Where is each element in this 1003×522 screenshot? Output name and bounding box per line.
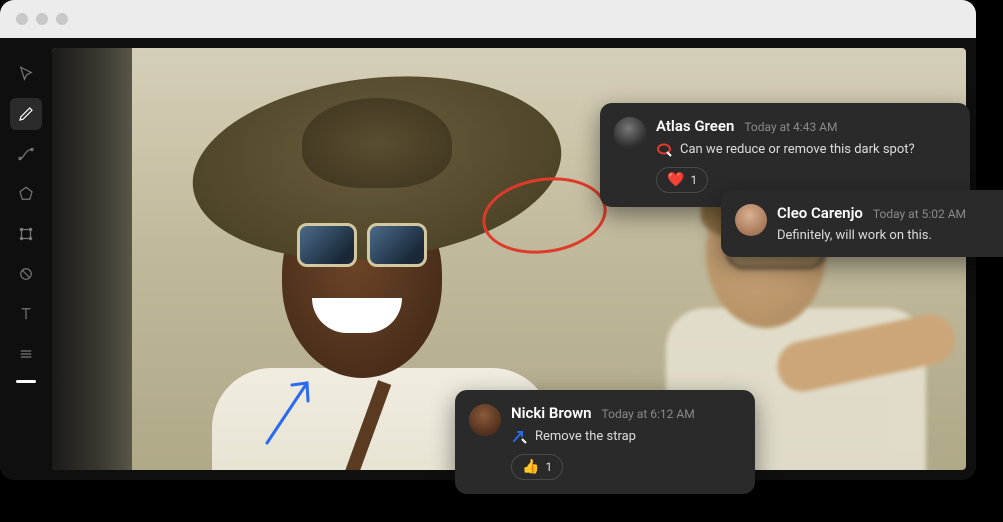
thumbsup-emoji: 👍 bbox=[522, 459, 539, 475]
minimize-window-icon[interactable] bbox=[36, 13, 48, 25]
pointer-tool[interactable] bbox=[10, 58, 42, 90]
avatar bbox=[614, 117, 646, 149]
menu-icon bbox=[17, 345, 35, 363]
crop-tool[interactable] bbox=[10, 218, 42, 250]
comment-message: Definitely, will work on this. bbox=[777, 228, 932, 243]
pen-curve-icon bbox=[17, 145, 35, 163]
comment-author: Nicki Brown bbox=[511, 404, 592, 422]
comment-timestamp: Today at 6:12 AM bbox=[602, 407, 695, 421]
avatar bbox=[735, 204, 767, 236]
arrow-annotation-icon bbox=[511, 428, 527, 444]
pencil-icon bbox=[17, 105, 35, 123]
annotation-arrow[interactable] bbox=[252, 363, 332, 457]
comment-card[interactable]: Cleo Carenjo Today at 5:02 AM Definitely… bbox=[721, 190, 1003, 257]
pencil-tool[interactable] bbox=[10, 98, 42, 130]
comment-message: Can we reduce or remove this dark spot? bbox=[680, 142, 915, 157]
avatar bbox=[469, 404, 501, 436]
reaction-count: 1 bbox=[545, 460, 552, 474]
comment-timestamp: Today at 4:43 AM bbox=[744, 120, 837, 134]
crop-icon bbox=[17, 225, 35, 243]
heart-emoji: ❤️ bbox=[667, 172, 684, 188]
maximize-window-icon[interactable] bbox=[56, 13, 68, 25]
comment-message: Remove the strap bbox=[535, 429, 636, 444]
polygon-tool[interactable] bbox=[10, 178, 42, 210]
eraser-tool[interactable] bbox=[10, 258, 42, 290]
arrow-icon bbox=[252, 363, 332, 453]
menu-tool[interactable] bbox=[10, 338, 42, 370]
pen-curve-tool[interactable] bbox=[10, 138, 42, 170]
window-titlebar bbox=[0, 0, 976, 38]
reaction-button[interactable]: 👍 1 bbox=[511, 454, 563, 480]
comment-timestamp: Today at 5:02 AM bbox=[873, 207, 966, 221]
comment-card[interactable]: Nicki Brown Today at 6:12 AM Remove the … bbox=[455, 390, 755, 494]
close-window-icon[interactable] bbox=[16, 13, 28, 25]
eraser-icon bbox=[17, 265, 35, 283]
text-tool[interactable] bbox=[10, 298, 42, 330]
comment-author: Atlas Green bbox=[656, 117, 734, 135]
circle-annotation-icon bbox=[656, 141, 672, 157]
left-toolbar bbox=[0, 38, 52, 480]
reaction-button[interactable]: ❤️ 1 bbox=[656, 167, 708, 193]
toolbar-accent bbox=[16, 380, 36, 383]
text-icon bbox=[17, 305, 35, 323]
pointer-icon bbox=[17, 65, 35, 83]
polygon-icon bbox=[17, 185, 35, 203]
reaction-count: 1 bbox=[690, 173, 697, 187]
comment-author: Cleo Carenjo bbox=[777, 204, 863, 222]
